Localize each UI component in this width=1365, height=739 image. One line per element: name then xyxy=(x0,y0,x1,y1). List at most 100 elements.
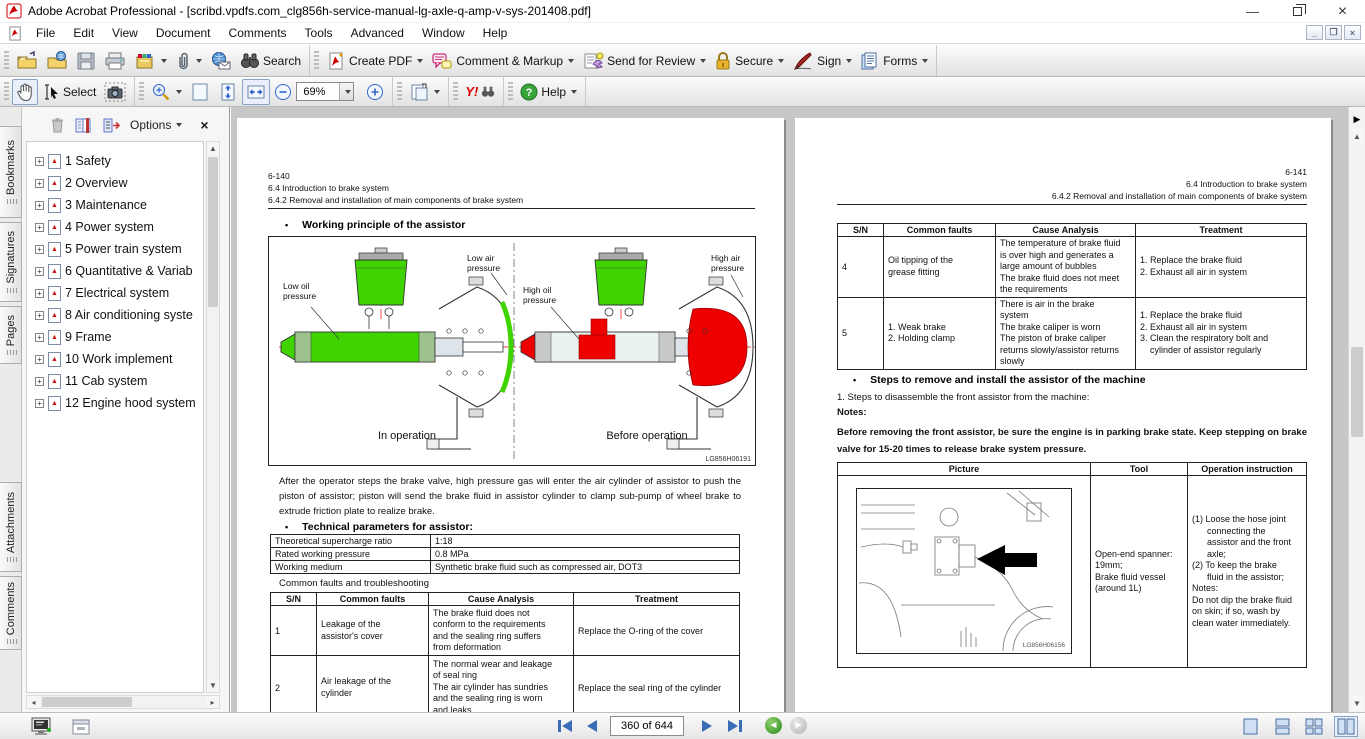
page-display-button[interactable] xyxy=(405,79,444,105)
bookmark-item[interactable]: +11 Cab system xyxy=(27,370,203,392)
delete-bookmark-icon[interactable] xyxy=(50,117,65,133)
select-tool-button[interactable]: Select xyxy=(38,80,100,104)
bookmarks-horizontal-scrollbar[interactable]: ◂ ▸ xyxy=(26,695,220,709)
restore-button[interactable] xyxy=(1275,0,1320,23)
tab-bookmarks[interactable]: Bookmarks xyxy=(0,126,22,218)
last-page-button[interactable] xyxy=(726,718,744,734)
fit-width-button[interactable] xyxy=(242,79,270,105)
scroll-thumb[interactable] xyxy=(42,697,132,707)
email-button[interactable] xyxy=(206,48,236,74)
comment-markup-button[interactable]: Comment & Markup xyxy=(427,48,578,74)
single-page-layout-button[interactable] xyxy=(1238,716,1262,737)
scroll-thumb[interactable] xyxy=(1351,347,1363,437)
bookmark-item[interactable]: +2 Overview xyxy=(27,172,203,194)
expand-bookmark-icon[interactable] xyxy=(75,118,93,133)
fit-page-button[interactable] xyxy=(186,79,214,105)
expander-plus-icon[interactable]: + xyxy=(35,201,44,210)
scroll-up-arrow[interactable]: ▲ xyxy=(1350,129,1364,143)
page-number-field[interactable] xyxy=(610,716,684,736)
sign-button[interactable]: Sign xyxy=(788,48,856,74)
expander-plus-icon[interactable]: + xyxy=(35,377,44,386)
fit-height-button[interactable] xyxy=(214,79,242,105)
tab-comments[interactable]: Comments xyxy=(0,576,22,650)
expander-plus-icon[interactable]: + xyxy=(35,333,44,342)
next-page-button[interactable] xyxy=(700,718,714,734)
facing-layout-button[interactable] xyxy=(1334,716,1358,737)
attach-button[interactable] xyxy=(171,48,206,74)
snapshot-button[interactable] xyxy=(100,79,130,105)
tab-attachments[interactable]: Attachments xyxy=(0,482,22,572)
document-vertical-scrollbar[interactable]: ▶ ▲ ▼ xyxy=(1348,107,1365,712)
expander-plus-icon[interactable]: + xyxy=(35,311,44,320)
scroll-left-arrow[interactable]: ◂ xyxy=(27,696,40,708)
bookmark-item[interactable]: +12 Engine hood system xyxy=(27,392,203,414)
send-review-button[interactable]: Send for Review xyxy=(578,48,710,74)
first-page-button[interactable] xyxy=(556,718,574,734)
bookmarks-options-button[interactable]: Options xyxy=(130,118,182,132)
pane-menu-arrow-icon[interactable]: ▶ xyxy=(1350,111,1364,127)
expander-plus-icon[interactable]: + xyxy=(35,289,44,298)
next-view-button[interactable]: ► xyxy=(790,717,807,734)
bookmark-item[interactable]: +8 Air conditioning syste xyxy=(27,304,203,326)
bookmark-item[interactable]: +1 Safety xyxy=(27,150,203,172)
bookmark-item[interactable]: +10 Work implement xyxy=(27,348,203,370)
create-pdf-button[interactable]: Create PDF xyxy=(322,48,427,74)
bookmark-item[interactable]: +3 Maintenance xyxy=(27,194,203,216)
scroll-right-arrow[interactable]: ▸ xyxy=(206,696,219,708)
menu-advanced[interactable]: Advanced xyxy=(342,24,413,42)
bookmark-item[interactable]: +6 Quantitative & Variab xyxy=(27,260,203,282)
forms-button[interactable]: Forms xyxy=(856,48,932,74)
bookmarks-vertical-scrollbar[interactable]: ▲ ▼ xyxy=(206,141,220,693)
doc-close-button[interactable]: × xyxy=(1344,25,1361,40)
zoom-combo-button[interactable] xyxy=(339,83,353,100)
close-button[interactable]: × xyxy=(1320,0,1365,23)
help-button[interactable]: ?Help xyxy=(516,80,581,104)
menu-view[interactable]: View xyxy=(103,24,147,42)
hand-tool-button[interactable] xyxy=(12,79,38,105)
tab-signatures[interactable]: Signatures xyxy=(0,222,22,302)
scroll-down-arrow[interactable]: ▼ xyxy=(207,679,219,692)
expander-plus-icon[interactable]: + xyxy=(35,179,44,188)
print-button[interactable] xyxy=(100,48,130,74)
expander-plus-icon[interactable]: + xyxy=(35,267,44,276)
document-pane[interactable]: 6-140 6.4 Introduction to brake system 6… xyxy=(231,107,1348,712)
expander-plus-icon[interactable]: + xyxy=(35,245,44,254)
zoom-level-combobox[interactable]: 69% xyxy=(296,82,354,101)
open-web-button[interactable] xyxy=(42,48,72,74)
menu-help[interactable]: Help xyxy=(474,24,517,42)
zoom-out-button[interactable] xyxy=(270,80,296,104)
continuous-facing-layout-button[interactable] xyxy=(1302,716,1326,737)
expander-plus-icon[interactable]: + xyxy=(35,355,44,364)
scroll-down-arrow[interactable]: ▼ xyxy=(1350,696,1364,710)
expander-plus-icon[interactable]: + xyxy=(35,223,44,232)
minimize-button[interactable]: — xyxy=(1230,0,1275,23)
expander-plus-icon[interactable]: + xyxy=(35,157,44,166)
search-button[interactable]: Search xyxy=(236,49,305,73)
doc-minimize-button[interactable]: _ xyxy=(1306,25,1323,40)
screen-view-icon[interactable] xyxy=(30,717,54,737)
scroll-up-arrow[interactable]: ▲ xyxy=(207,142,219,155)
bookmark-item[interactable]: +5 Power train system xyxy=(27,238,203,260)
scroll-thumb[interactable] xyxy=(208,157,218,307)
yahoo-search-button[interactable]: Y! xyxy=(461,81,499,102)
menu-tools[interactable]: Tools xyxy=(296,24,342,42)
previous-view-button[interactable]: ◄ xyxy=(765,717,782,734)
expander-plus-icon[interactable]: + xyxy=(35,399,44,408)
page-size-icon[interactable] xyxy=(72,719,90,735)
menu-comments[interactable]: Comments xyxy=(220,24,296,42)
zoom-in-button[interactable] xyxy=(362,80,388,104)
new-bookmark-icon[interactable] xyxy=(103,118,120,133)
bookmark-item[interactable]: +7 Electrical system xyxy=(27,282,203,304)
menu-edit[interactable]: Edit xyxy=(64,24,103,42)
menu-file[interactable]: File xyxy=(27,24,64,42)
previous-page-button[interactable] xyxy=(585,718,599,734)
save-button[interactable] xyxy=(72,48,100,74)
bookmark-item[interactable]: +4 Power system xyxy=(27,216,203,238)
menu-document[interactable]: Document xyxy=(147,24,220,42)
secure-button[interactable]: Secure xyxy=(710,48,788,74)
doc-restore-button[interactable]: ❒ xyxy=(1325,25,1342,40)
menu-window[interactable]: Window xyxy=(413,24,474,42)
organizer-button[interactable] xyxy=(130,48,171,74)
tab-pages[interactable]: Pages xyxy=(0,306,22,364)
zoom-tool-button[interactable] xyxy=(147,79,186,105)
